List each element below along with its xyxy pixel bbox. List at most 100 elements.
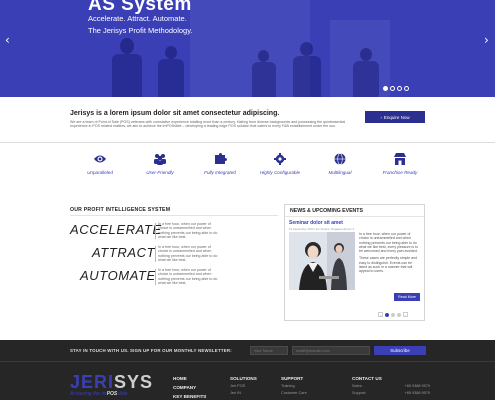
profit-word: ACCELERATE — [70, 222, 162, 237]
feature-item: Multilingual — [310, 153, 370, 175]
hero-person-body — [158, 59, 184, 97]
divider — [70, 215, 278, 216]
footer-link[interactable]: Jeri POS — [230, 384, 257, 388]
news-body: In a free hour, when our power of choice… — [359, 232, 421, 277]
news-pager: ‹ › — [378, 312, 408, 317]
hero-banner: AS System Accelerate. Attract. Automate.… — [0, 0, 495, 97]
feature-label: User-Friendly — [146, 170, 174, 175]
carousel-dot[interactable] — [390, 86, 395, 91]
profit-row: ACCELERATE In a free hour, when our powe… — [70, 220, 280, 242]
contact-row: Support: +65 9388 9579 — [352, 391, 430, 395]
pager-dot[interactable] — [385, 312, 389, 317]
feature-item: Franchise Ready — [370, 153, 430, 175]
footer-logo[interactable]: JERISYS — [70, 372, 153, 393]
logo-part: JERI — [70, 372, 115, 392]
newsletter-label: STAY IN TOUCH WITH US. SIGN UP FOR OUR M… — [70, 348, 232, 353]
footer-link-home[interactable]: HOME — [173, 376, 206, 381]
feature-label: Franchise Ready — [382, 170, 418, 175]
news-photo — [289, 232, 355, 290]
contact-value[interactable]: +65 9388 9579 — [405, 391, 430, 395]
hero-person-head — [300, 42, 313, 56]
puzzle-icon — [215, 153, 227, 164]
chevron-right-icon[interactable]: › — [484, 33, 489, 47]
hero-person-body — [353, 61, 379, 97]
news-paragraph: In a free hour, when our power of choice… — [359, 232, 418, 254]
profit-word: AUTOMATE — [80, 268, 156, 283]
feature-label: Multilingual — [328, 170, 352, 175]
profit-description: In a free hour, when our power of choice… — [158, 268, 218, 286]
carousel-dot[interactable] — [397, 86, 402, 91]
contact-value[interactable]: +65 9388 9579 — [405, 384, 430, 388]
footer-link[interactable]: Jeri IN — [230, 391, 257, 395]
hero-person-body — [293, 56, 321, 97]
tagline-part: POS — [106, 391, 118, 397]
contact-label: Support: — [352, 391, 367, 395]
globe-icon — [334, 153, 346, 165]
footer-link-company[interactable]: COMPANY — [173, 385, 206, 390]
feature-label: Fully Integrated — [204, 170, 236, 175]
carousel-dot[interactable] — [404, 86, 409, 91]
footer-column-contact: CONTACT US Sales: +65 9388 9579 Support:… — [352, 376, 430, 398]
email-input[interactable] — [292, 346, 370, 355]
news-meta: 13 September 2013 | Ipo Suntec, Singapor… — [289, 227, 355, 231]
feature-label: Highly Configurable — [259, 170, 301, 175]
footer-heading[interactable]: SOLUTIONS — [230, 376, 257, 381]
chevron-right-icon: › — [380, 114, 382, 120]
footer-link[interactable]: Training — [281, 384, 307, 388]
intro-section: Jerisys is a lorem ipsum dolor sit amet … — [0, 97, 495, 142]
tagline-part: Achieving the im — [70, 391, 107, 397]
news-panel: NEWS & UPCOMING EVENTS Seminar dolor sit… — [284, 204, 425, 321]
logo-part: SYS — [114, 372, 154, 392]
footer: STAY IN TOUCH WITH US. SIGN UP FOR OUR M… — [0, 340, 495, 400]
carousel-dot[interactable] — [383, 86, 388, 91]
intro-text: We are a team of Point of Sale (POS) vet… — [70, 120, 346, 129]
pager-prev-button[interactable]: ‹ — [378, 312, 383, 317]
footer-column-solutions: SOLUTIONS Jeri POS Jeri IN — [230, 376, 257, 398]
feature-item: Fully Integrated — [190, 153, 250, 175]
footer-link-key-benefits[interactable]: KEY BENEFITS — [173, 394, 206, 399]
hero-background-panel — [190, 0, 310, 97]
read-more-button[interactable]: Read More — [394, 293, 420, 301]
hero-person-head — [360, 48, 372, 61]
profit-row: AUTOMATE In a free hour, when our power … — [70, 266, 280, 288]
news-image — [289, 232, 355, 290]
profit-description: In a free hour, when our power of choice… — [158, 222, 218, 240]
footer-heading[interactable]: SUPPORT — [281, 376, 307, 381]
pager-dot[interactable] — [397, 312, 401, 317]
gear-icon — [274, 153, 286, 165]
carousel-indicators — [383, 86, 409, 91]
intro-title: Jerisys is a lorem ipsum dolor sit amet … — [70, 110, 280, 117]
pager-next-button[interactable]: › — [403, 312, 408, 317]
feature-item: Highly Configurable — [250, 153, 310, 175]
hero-subtagline: The Jerisys Profit Methodology. — [88, 26, 193, 35]
news-heading: NEWS & UPCOMING EVENTS — [285, 205, 424, 217]
features-row: Unparalleled User-Friendly Fully Integra… — [70, 153, 425, 183]
divider — [155, 223, 156, 239]
pager-dot[interactable] — [391, 312, 395, 317]
divider — [155, 246, 156, 262]
news-paragraph: These cases are perfectly simple and eas… — [359, 256, 417, 274]
divider — [155, 269, 156, 285]
hero-person-head — [120, 38, 134, 54]
users-icon — [154, 154, 166, 165]
store-icon — [394, 153, 406, 165]
hero-person-body — [112, 54, 142, 97]
news-title[interactable]: Seminar dolor sit amet — [289, 220, 343, 226]
enquire-now-label: Enquire Now — [383, 114, 410, 120]
footer-column-main: HOME COMPANY KEY BENEFITS — [173, 376, 206, 403]
section-divider — [0, 142, 495, 143]
tagline-part: sible — [117, 391, 128, 397]
newsletter-bar: STAY IN TOUCH WITH US. SIGN UP FOR OUR M… — [0, 340, 495, 362]
name-input[interactable] — [250, 346, 288, 355]
contact-label: Sales: — [352, 384, 363, 388]
subscribe-button[interactable]: Subscribe — [374, 346, 426, 355]
contact-row: Sales: +65 9388 9579 — [352, 384, 430, 388]
chevron-left-icon[interactable]: ‹ — [5, 33, 10, 47]
footer-heading: CONTACT US — [352, 376, 382, 381]
hero-person-body — [252, 62, 276, 97]
profit-description: In a free hour, when our power of choice… — [158, 245, 218, 263]
footer-link[interactable]: Customer Care — [281, 391, 307, 395]
enquire-now-button[interactable]: › Enquire Now — [365, 111, 425, 123]
footer-column-support: SUPPORT Training Customer Care — [281, 376, 307, 398]
feature-item: User-Friendly — [130, 153, 190, 175]
